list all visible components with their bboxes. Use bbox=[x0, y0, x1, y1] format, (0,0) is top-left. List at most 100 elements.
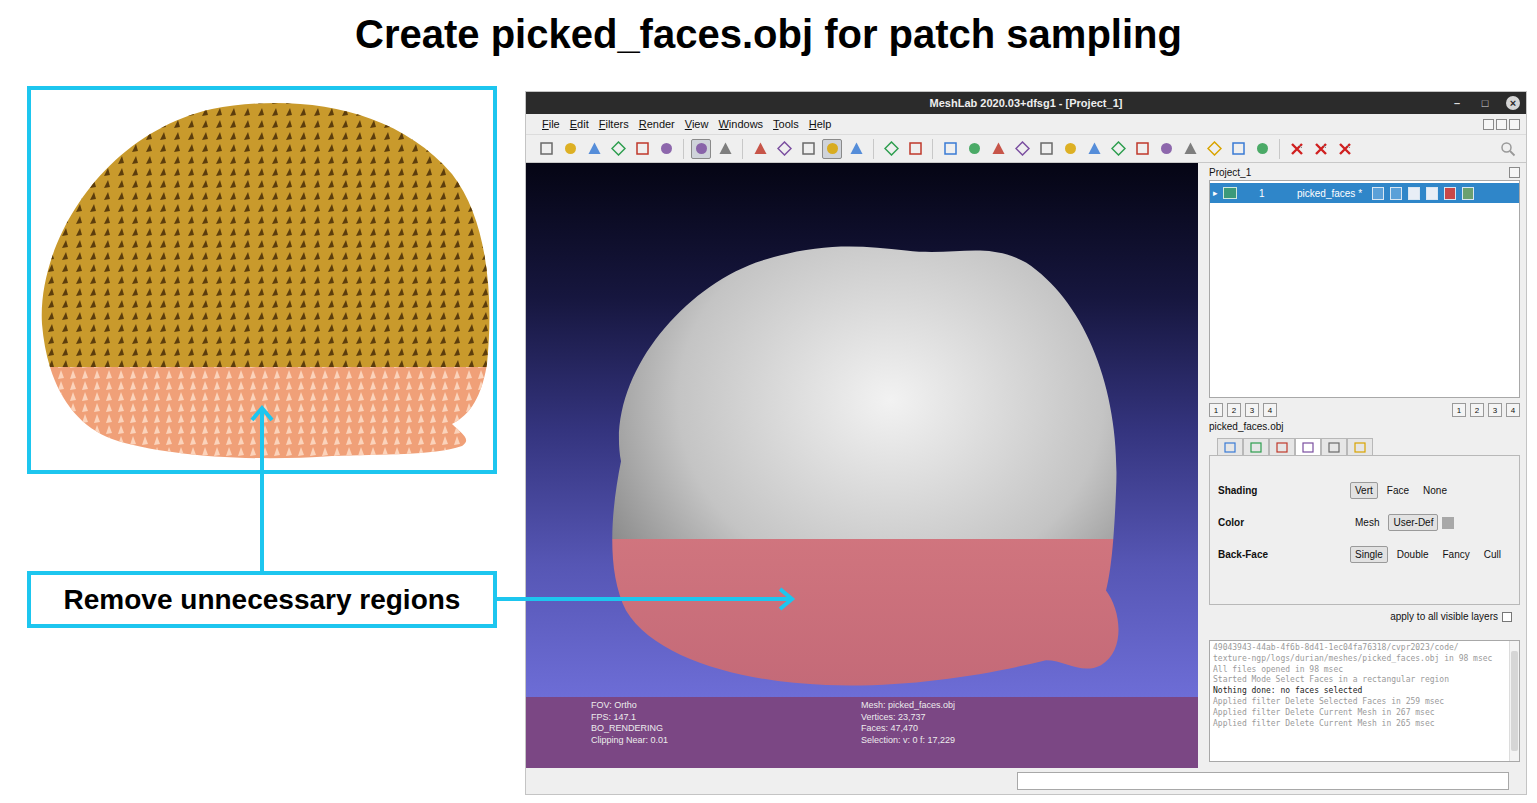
mesh-view[interactable] bbox=[526, 163, 1198, 697]
render-tab[interactable] bbox=[1295, 438, 1321, 456]
toolbar-button[interactable] bbox=[846, 139, 866, 159]
toolbar-button[interactable] bbox=[1311, 139, 1331, 159]
window-control[interactable]: □ bbox=[1478, 96, 1492, 110]
toolbar-button[interactable] bbox=[584, 139, 604, 159]
undock-icon[interactable] bbox=[1509, 167, 1520, 178]
log-line: Applied filter Delete Current Mesh in 26… bbox=[1213, 719, 1506, 730]
option-button[interactable]: User-Def bbox=[1388, 514, 1438, 531]
points-icon[interactable] bbox=[1390, 187, 1402, 200]
toolbar-button[interactable] bbox=[988, 139, 1008, 159]
info-icon[interactable] bbox=[1462, 187, 1474, 200]
option-button[interactable]: None bbox=[1418, 482, 1452, 499]
toolbar-button[interactable] bbox=[1204, 139, 1224, 159]
close-icon[interactable] bbox=[1509, 119, 1520, 130]
menu-item[interactable]: Render bbox=[639, 118, 675, 130]
search-icon[interactable] bbox=[1500, 141, 1516, 157]
log-scrollbar[interactable] bbox=[1509, 641, 1519, 761]
option-button[interactable]: Single bbox=[1350, 546, 1388, 563]
toolbar-button[interactable] bbox=[608, 139, 628, 159]
tool-icon bbox=[694, 141, 709, 156]
toolbar-button[interactable] bbox=[798, 139, 818, 159]
toolbar-button[interactable] bbox=[1060, 139, 1080, 159]
menu-item[interactable]: Filters bbox=[599, 118, 629, 130]
texture-icon[interactable] bbox=[1444, 187, 1456, 200]
toolbar-button[interactable] bbox=[1156, 139, 1176, 159]
menu-item[interactable]: Edit bbox=[570, 118, 589, 130]
solid-icon[interactable] bbox=[1426, 187, 1438, 200]
option-button[interactable]: Fancy bbox=[1438, 546, 1475, 563]
color-swatch[interactable] bbox=[1442, 517, 1454, 529]
toolbar-button[interactable] bbox=[536, 139, 556, 159]
option-button[interactable]: Mesh bbox=[1350, 514, 1384, 531]
apply-all-checkbox[interactable] bbox=[1502, 612, 1512, 622]
toolbar-button[interactable] bbox=[632, 139, 652, 159]
toolbar-button[interactable] bbox=[1084, 139, 1104, 159]
render-tab[interactable] bbox=[1347, 438, 1373, 456]
menu-item[interactable]: View bbox=[685, 118, 709, 130]
wire-icon[interactable] bbox=[1408, 187, 1420, 200]
status-field[interactable] bbox=[1017, 772, 1509, 790]
toolbar-button[interactable] bbox=[905, 139, 925, 159]
minimize-icon[interactable] bbox=[1483, 119, 1494, 130]
menu-item[interactable]: Tools bbox=[773, 118, 799, 130]
toolbar-button[interactable] bbox=[964, 139, 984, 159]
view-button[interactable]: 2 bbox=[1470, 403, 1484, 417]
view-button[interactable]: 4 bbox=[1506, 403, 1520, 417]
status-bar bbox=[526, 768, 1526, 794]
layer-expander[interactable]: ▸ bbox=[1213, 188, 1223, 198]
tool-icon bbox=[1087, 141, 1102, 156]
tab-content: ShadingVertFaceNoneColorMeshUser-DefBack… bbox=[1209, 455, 1520, 605]
toolbar-button[interactable] bbox=[1012, 139, 1032, 159]
toolbar-button[interactable] bbox=[822, 139, 842, 159]
render-tab[interactable] bbox=[1321, 438, 1347, 456]
toolbar-button[interactable] bbox=[691, 139, 711, 159]
view-button[interactable]: 3 bbox=[1488, 403, 1502, 417]
tool-icon bbox=[777, 141, 792, 156]
render-tab[interactable] bbox=[1243, 438, 1269, 456]
option-button[interactable]: Vert bbox=[1350, 482, 1378, 499]
apply-all-row[interactable]: apply to all visible layers bbox=[1209, 611, 1520, 622]
toolbar-button[interactable] bbox=[560, 139, 580, 159]
layer-row[interactable]: ▸1picked_faces * bbox=[1210, 183, 1519, 203]
window-control[interactable]: × bbox=[1506, 96, 1520, 110]
toolbar-button[interactable] bbox=[715, 139, 735, 159]
toolbar-button[interactable] bbox=[1287, 139, 1307, 159]
toolbar-button[interactable] bbox=[1132, 139, 1152, 159]
view-button[interactable]: 2 bbox=[1227, 403, 1241, 417]
render-canvas[interactable] bbox=[526, 163, 1198, 697]
render-tab[interactable] bbox=[1269, 438, 1295, 456]
toolbar-button[interactable] bbox=[1108, 139, 1128, 159]
tab-icon bbox=[1276, 442, 1288, 453]
option-group: MeshUser-Def bbox=[1350, 514, 1519, 531]
scroll-thumb[interactable] bbox=[1511, 651, 1518, 751]
view-button[interactable]: 1 bbox=[1209, 403, 1223, 417]
toolbar-button[interactable] bbox=[1180, 139, 1200, 159]
window-control[interactable]: – bbox=[1450, 96, 1464, 110]
info-line: Mesh: picked_faces.obj bbox=[861, 700, 1198, 712]
toolbar-button[interactable] bbox=[1036, 139, 1056, 159]
log-box: 49043943-44ab-4f6b-8d41-1ec04fa76318/cvp… bbox=[1209, 640, 1520, 762]
toolbar-button[interactable] bbox=[1335, 139, 1355, 159]
toolbar-button[interactable] bbox=[750, 139, 770, 159]
toolbar-button[interactable] bbox=[1228, 139, 1248, 159]
view-button[interactable]: 4 bbox=[1263, 403, 1277, 417]
menu-item[interactable]: Help bbox=[809, 118, 832, 130]
render-tab[interactable] bbox=[1217, 438, 1243, 456]
toolbar-button[interactable] bbox=[940, 139, 960, 159]
tab-row bbox=[1209, 438, 1520, 455]
option-button[interactable]: Face bbox=[1382, 482, 1414, 499]
toolbar-button[interactable] bbox=[656, 139, 676, 159]
option-button[interactable]: Double bbox=[1392, 546, 1434, 563]
toolbar-button[interactable] bbox=[1252, 139, 1272, 159]
restore-icon[interactable] bbox=[1496, 119, 1507, 130]
menu-item[interactable]: File bbox=[542, 118, 560, 130]
toolbar-button[interactable] bbox=[881, 139, 901, 159]
menu-item[interactable]: Windows bbox=[718, 118, 763, 130]
option-button[interactable]: Cull bbox=[1479, 546, 1506, 563]
view-button[interactable]: 3 bbox=[1245, 403, 1259, 417]
toolbar-button[interactable] bbox=[774, 139, 794, 159]
visibility-icon[interactable] bbox=[1372, 187, 1384, 200]
view-button[interactable]: 1 bbox=[1452, 403, 1466, 417]
toolbar-separator bbox=[742, 139, 743, 159]
render-tabs: ShadingVertFaceNoneColorMeshUser-DefBack… bbox=[1209, 438, 1520, 605]
